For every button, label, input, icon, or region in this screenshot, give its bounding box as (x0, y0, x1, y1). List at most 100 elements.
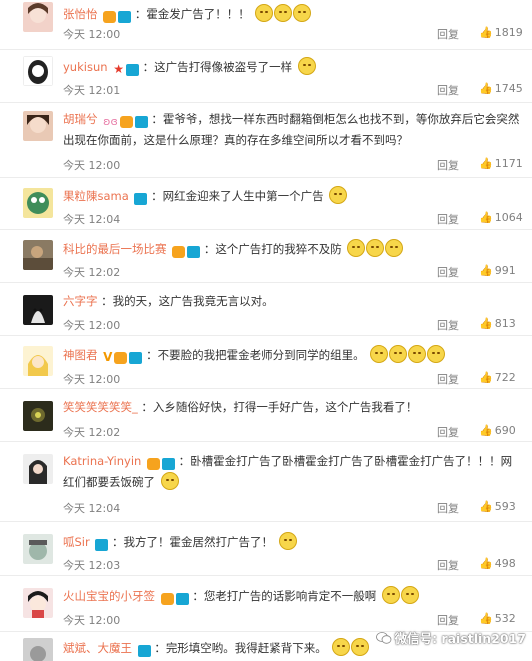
emoji-icon (408, 345, 427, 363)
username[interactable]: 果粒陳sama (63, 189, 129, 203)
username[interactable]: 呱Sir (63, 535, 90, 549)
like-button[interactable]: 👍 813 (479, 317, 516, 330)
comment-time: 今天 12:01 (63, 84, 121, 97)
emoji-icon (278, 532, 297, 550)
like-button[interactable]: 👍 690 (479, 424, 516, 437)
comment-text: 我方了！霍金居然打广告了！ (123, 535, 274, 549)
camera-badge-icon (175, 592, 189, 605)
thumbs-up-icon: 👍 (479, 612, 493, 625)
reply-button[interactable]: 回复 (437, 371, 459, 387)
comment-item: 张怡怡 ：霍金发广告了！！！ 今天 12:00 回复 👍 1819 (0, 0, 532, 50)
avatar[interactable] (23, 534, 53, 564)
like-count: 593 (494, 500, 516, 513)
comment-text: 我的天，这广告我竟无言以对。 (112, 294, 274, 308)
avatar[interactable] (23, 111, 53, 141)
avatar[interactable] (23, 638, 53, 661)
reply-button[interactable]: 回复 (437, 612, 459, 628)
username[interactable]: 笑笑笑笑笑笑_ (63, 400, 138, 414)
watermark-text: 微信号: raistlin2017 (394, 631, 526, 646)
emoji-group (160, 472, 180, 495)
reply-button[interactable]: 回复 (437, 82, 459, 98)
username[interactable]: yukisun (63, 60, 108, 74)
avatar[interactable] (23, 188, 53, 218)
emoji-icon (427, 345, 446, 363)
emoji-icon (370, 345, 389, 363)
avatar[interactable] (23, 2, 53, 32)
vip-badge-icon (146, 457, 160, 470)
emoji-group (297, 57, 317, 80)
emoji-icon (389, 345, 408, 363)
like-button[interactable]: 👍 1171 (479, 157, 523, 170)
username[interactable]: 胡瑞兮 (63, 112, 98, 126)
camera-badge-icon (129, 351, 143, 364)
comment-time: 今天 12:04 (63, 213, 121, 226)
like-button[interactable]: 👍 1064 (479, 211, 523, 224)
username[interactable]: 六字字 (63, 294, 98, 308)
emoji-icon (329, 186, 348, 204)
reply-button[interactable]: 回复 (437, 264, 459, 280)
like-count: 1064 (494, 211, 523, 224)
wechat-watermark: 微信号: raistlin2017 (375, 628, 526, 647)
like-button[interactable]: 👍 1819 (479, 26, 523, 39)
reply-button[interactable]: 回复 (437, 500, 459, 516)
username[interactable]: 火山宝宝的小牙签 (63, 589, 155, 603)
reply-button[interactable]: 回复 (437, 26, 459, 42)
comment-item: 果粒陳sama ：网红金迎来了人生中第一个广告 今天 12:04 回复 👍 106… (0, 178, 532, 230)
like-count: 991 (494, 264, 516, 277)
emoji-icon (381, 586, 400, 604)
comment-item: 六字字 ：我的天，这广告我竟无言以对。 今天 12:00 回复 👍 813 (0, 283, 532, 336)
comment-time: 今天 12:00 (63, 28, 121, 41)
comment-time: 今天 12:00 (63, 319, 121, 332)
emoji-icon (385, 239, 404, 257)
like-button[interactable]: 👍 532 (479, 612, 516, 625)
reply-button[interactable]: 回复 (437, 157, 459, 173)
emoji-icon (351, 638, 370, 656)
like-button[interactable]: 👍 722 (479, 371, 516, 384)
comment-item: 笑笑笑笑笑笑_ ：入乡随俗好快，打得一手好广告，这个广告我看了！ 今天 12:0… (0, 389, 532, 442)
username[interactable]: 斌斌、大魔王 (63, 641, 132, 655)
emoji-icon (332, 638, 351, 656)
avatar[interactable] (23, 295, 53, 325)
emoji-icon (297, 57, 316, 75)
reply-button[interactable]: 回复 (437, 211, 459, 227)
comment-text: 这广告打得像被盗号了一样 (154, 60, 293, 74)
like-button[interactable]: 👍 991 (479, 264, 516, 277)
thumbs-up-icon: 👍 (479, 264, 493, 277)
username[interactable]: Katrina-Yinyin (63, 454, 141, 468)
username[interactable]: 张怡怡 (63, 7, 98, 21)
like-count: 690 (494, 424, 516, 437)
verified-badge-icon: V (103, 350, 113, 364)
username[interactable]: 科比的最后一场比赛 (63, 242, 167, 256)
reply-button[interactable]: 回复 (437, 557, 459, 573)
camera-badge-icon (134, 115, 148, 128)
emoji-group (329, 186, 348, 209)
like-count: 1819 (494, 26, 523, 39)
comment-item: 火山宝宝的小牙签 ：您老打广告的话影响肯定不一般啊 今天 12:00 回复 👍 5… (0, 576, 532, 632)
comment-item: 神图君 V ：不要脸的我把霍金老师分到同学的组里。 今天 12:00 回复 👍 7… (0, 336, 532, 389)
emoji-icon (255, 4, 274, 22)
avatar[interactable] (23, 401, 53, 431)
comment-item: Katrina-Yinyin ：卧槽霍金打广告了卧槽霍金打广告了卧槽霍金打广告了… (0, 442, 532, 522)
avatar[interactable] (23, 240, 53, 270)
avatar[interactable] (23, 346, 53, 376)
like-count: 1745 (494, 82, 523, 95)
comment-text: 不要脸的我把霍金老师分到同学的组里。 (157, 348, 365, 362)
username[interactable]: 神图君 (63, 348, 98, 362)
like-button[interactable]: 👍 1745 (479, 82, 523, 95)
avatar[interactable] (23, 56, 53, 86)
vip-badge-icon (160, 592, 174, 605)
avatar[interactable] (23, 454, 53, 484)
reply-button[interactable]: 回复 (437, 317, 459, 333)
avatar[interactable] (23, 588, 53, 618)
comment-time: 今天 12:02 (63, 266, 121, 279)
comment-item: yukisun ★ ：这广告打得像被盗号了一样 今天 12:01 回复 👍 174… (0, 50, 532, 103)
emoji-icon (274, 4, 293, 22)
comment-time: 今天 12:03 (63, 559, 121, 572)
comment-time: 今天 12:00 (63, 614, 121, 627)
like-button[interactable]: 👍 498 (479, 557, 516, 570)
camera-badge-icon (134, 192, 148, 205)
vip-badge-icon (114, 351, 128, 364)
reply-button[interactable]: 回复 (437, 424, 459, 440)
wing-badge-icon: ʚɞ (103, 114, 118, 128)
like-button[interactable]: 👍 593 (479, 500, 516, 513)
